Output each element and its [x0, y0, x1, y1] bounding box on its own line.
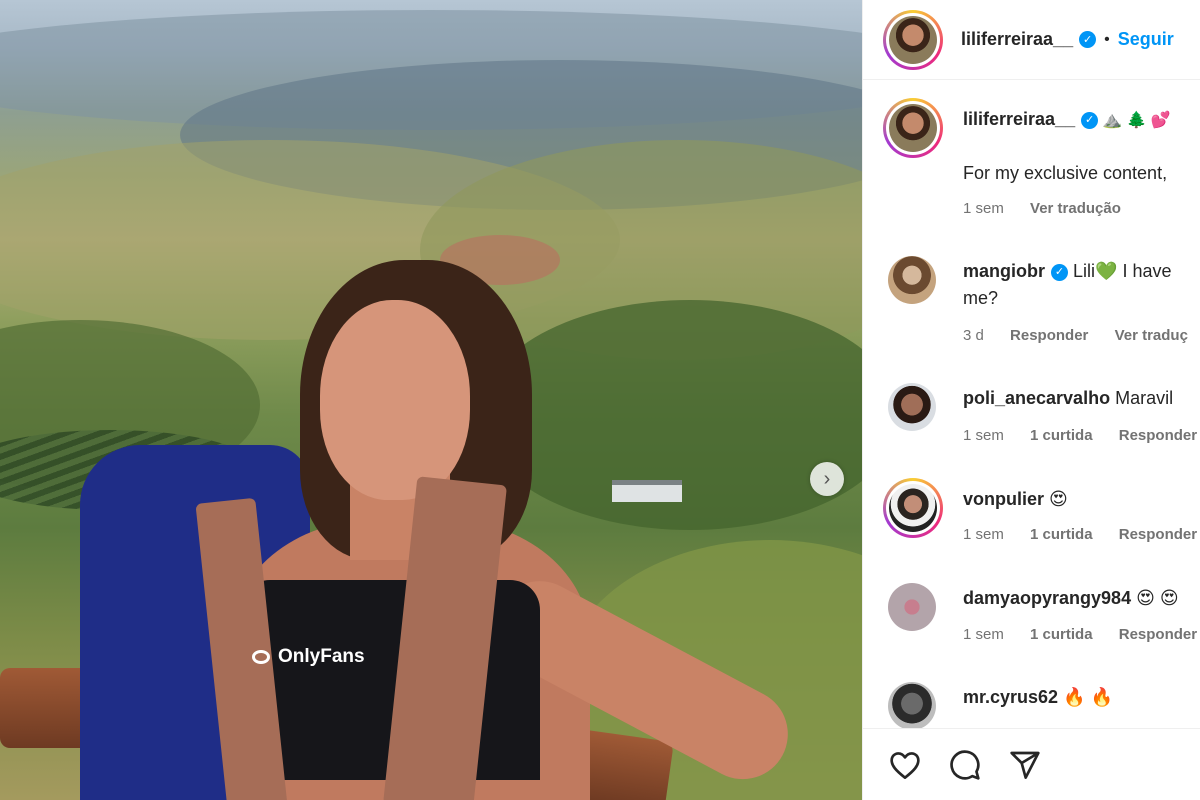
- comment-meta: 3 d Responder Ver traduç: [963, 327, 1200, 344]
- comment-body: 🔥 🔥: [1063, 687, 1113, 707]
- caption-username[interactable]: liliferreiraa__: [963, 109, 1075, 129]
- comment-item: vonpulier 😍 1 sem 1 curtida Responder: [883, 478, 1200, 558]
- comment-body: Maravil: [1115, 388, 1174, 408]
- comment-meta: 1 sem 1 curtida Responder: [963, 526, 1200, 543]
- comment-body: 😍: [1049, 489, 1068, 509]
- commenter-avatar[interactable]: [888, 383, 936, 431]
- comment-item: poli_anecarvalho Maravil 1 sem 1 curtida…: [883, 383, 1200, 463]
- comment-time: 1 sem: [963, 526, 1004, 543]
- like-button[interactable]: [887, 747, 923, 783]
- commenter-avatar[interactable]: [888, 256, 936, 304]
- translate-link[interactable]: Ver tradução: [1030, 200, 1121, 217]
- farmhouse: [612, 480, 682, 502]
- comment-button[interactable]: [947, 747, 983, 783]
- avatar-photo: [889, 484, 937, 532]
- post-side-panel: liliferreiraa__ ✓ • Seguir liliferreiraa…: [862, 0, 1200, 800]
- commenter-avatar[interactable]: [883, 478, 943, 538]
- follow-button[interactable]: Seguir: [1118, 29, 1174, 50]
- comment-icon: [950, 749, 980, 780]
- caption-meta: 1 sem Ver tradução: [963, 200, 1143, 217]
- comment-username[interactable]: mr.cyrus62: [963, 687, 1058, 707]
- comment-text: vonpulier 😍: [963, 486, 1068, 513]
- likes-count[interactable]: 1 curtida: [1030, 626, 1093, 643]
- verified-badge-icon: ✓: [1079, 31, 1097, 48]
- comments-list[interactable]: liliferreiraa__ ✓ ⛰️ 🌲 💕 For my exclusive …: [863, 80, 1200, 728]
- post-header: liliferreiraa__ ✓ • Seguir: [863, 0, 1200, 80]
- commenter-avatar[interactable]: [888, 682, 936, 728]
- comment-meta: 1 sem 1 curtida Responder: [963, 626, 1200, 643]
- heart-icon: [890, 751, 920, 779]
- comment-meta: 1 sem 1 curtida Responder: [963, 427, 1200, 444]
- shirt-brand: OnlyFans: [252, 646, 365, 668]
- verified-badge-icon: ✓: [1081, 111, 1099, 129]
- comment-username[interactable]: poli_anecarvalho: [963, 388, 1110, 408]
- comment-body: Lili💚 I have: [1073, 261, 1172, 281]
- translate-link[interactable]: Ver traduç: [1115, 327, 1188, 344]
- comment-username[interactable]: mangiobr: [963, 261, 1045, 281]
- comment-time: 3 d: [963, 327, 984, 344]
- brand-text: OnlyFans: [278, 646, 365, 667]
- post-image[interactable]: OnlyFans ›: [0, 0, 862, 800]
- comment-text: mr.cyrus62 🔥 🔥: [963, 684, 1113, 711]
- reply-button[interactable]: Responder: [1119, 427, 1197, 444]
- comment-item: mr.cyrus62 🔥 🔥: [883, 682, 1200, 728]
- avatar-photo: [889, 15, 937, 64]
- comment-text: poli_anecarvalho Maravil: [963, 385, 1173, 412]
- commenter-avatar[interactable]: [888, 583, 936, 631]
- profile-avatar[interactable]: [883, 9, 943, 70]
- caption-text: For my exclusive content,: [963, 163, 1168, 183]
- comment-body-line2: me?: [963, 288, 999, 308]
- comment-text: damyaopyrangy984 😍 😍: [963, 585, 1179, 612]
- caption-time: 1 sem: [963, 200, 1004, 217]
- comment-body: 😍 😍: [1136, 588, 1179, 608]
- reply-button[interactable]: Responder: [1010, 327, 1088, 344]
- post-caption: liliferreiraa__ ✓ ⛰️ 🌲 💕 For my exclusive …: [883, 98, 1200, 248]
- comment-time: 1 sem: [963, 626, 1004, 643]
- person-face: [320, 300, 470, 500]
- comment-text: mangiobr ✓ Lili💚 I have: [963, 258, 1172, 285]
- verified-badge-icon: ✓: [1051, 263, 1069, 281]
- comment-username[interactable]: vonpulier: [963, 489, 1044, 509]
- reply-button[interactable]: Responder: [1119, 626, 1197, 643]
- send-icon: [1010, 751, 1040, 779]
- likes-count[interactable]: 1 curtida: [1030, 526, 1093, 543]
- action-bar: [863, 728, 1200, 800]
- brand-logo-icon: [252, 650, 270, 664]
- caption-avatar[interactable]: [883, 98, 943, 158]
- comment-time: 1 sem: [963, 427, 1004, 444]
- likes-count[interactable]: 1 curtida: [1030, 427, 1093, 444]
- caption-emojis: ⛰️ 🌲 💕: [1102, 112, 1171, 129]
- comment-item: damyaopyrangy984 😍 😍 1 sem 1 curtida Res…: [883, 583, 1200, 663]
- author-username[interactable]: liliferreiraa__: [961, 29, 1073, 50]
- caption-header: liliferreiraa__ ✓ ⛰️ 🌲 💕: [963, 106, 1171, 134]
- comment-username[interactable]: damyaopyrangy984: [963, 588, 1131, 608]
- separator-dot: •: [1104, 30, 1110, 48]
- avatar-photo: [889, 104, 937, 152]
- chevron-right-icon: ›: [823, 467, 831, 490]
- next-image-button[interactable]: ›: [810, 462, 844, 496]
- comment-item: mangiobr ✓ Lili💚 I have me? 3 d Responder…: [883, 256, 1200, 356]
- reply-button[interactable]: Responder: [1119, 526, 1197, 543]
- share-button[interactable]: [1007, 747, 1043, 783]
